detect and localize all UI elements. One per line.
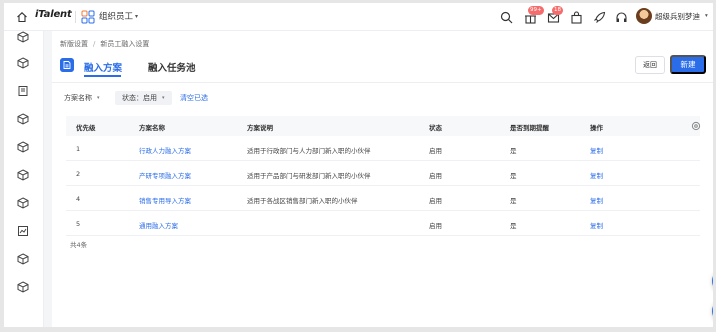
cell-priority: 1 (76, 145, 81, 153)
app-window: iTalent 组织员工 ▾ 99+ 18 超级兵别梦迪 ▾ 新版设置 / 新员… (4, 3, 713, 327)
chevron-down-icon: ▾ (162, 95, 165, 101)
plan-name-link[interactable]: 销售专用导入方案 (139, 195, 191, 205)
table-row: 4 销售专用导入方案 适用于各战区销售部门新入职的小伙伴 启用 是 复制 (66, 186, 700, 211)
breadcrumb-current: 新员工融入设置 (100, 40, 150, 48)
table-row: 2 产研专项融入方案 适用于产品部门与研发部门新入职的小伙伴 启用 是 复制 (66, 161, 700, 186)
breadcrumb: 新版设置 / 新员工融入设置 (60, 39, 149, 49)
document-icon (60, 58, 74, 72)
filter-label: 状态：启用 (122, 94, 157, 102)
home-icon[interactable] (16, 11, 28, 23)
table-row: 1 行政人力融入方案 适用于行政部门与人力部门新入职的小伙伴 启用 是 复制 (66, 136, 700, 161)
cell-status: 启用 (429, 197, 442, 205)
filter-status[interactable]: 状态：启用 ▾ (115, 91, 172, 105)
cube-icon[interactable] (17, 113, 29, 125)
cell-remind: 是 (510, 147, 517, 155)
chevron-down-icon[interactable]: ▾ (705, 13, 708, 19)
new-button[interactable]: 新建 (670, 55, 706, 74)
tab-onboarding-plan[interactable]: 融入方案 (84, 60, 122, 74)
mail-badge: 18 (552, 6, 563, 15)
notification-badge: 99+ (528, 6, 544, 15)
avatar[interactable] (636, 8, 652, 24)
cell-remind: 是 (510, 197, 517, 205)
cell-priority: 4 (76, 195, 81, 203)
divider (52, 82, 713, 83)
plan-name-link[interactable]: 行政人力融入方案 (139, 145, 191, 155)
tab-task-pool[interactable]: 融入任务池 (148, 60, 196, 74)
cell-priority: 5 (76, 220, 81, 228)
send-button[interactable] (712, 299, 713, 323)
gear-icon[interactable] (691, 121, 701, 131)
copy-button[interactable]: 复制 (590, 170, 603, 180)
table-row: 5 通用融入方案 启用 是 复制 (66, 211, 700, 236)
column-header: 状态 (429, 124, 442, 132)
filter-plan-name[interactable]: 方案名称 ▾ (64, 91, 100, 105)
copy-button[interactable]: 复制 (590, 220, 603, 230)
cell-remind: 是 (510, 222, 517, 230)
chevron-down-icon[interactable]: ▾ (135, 13, 138, 20)
headset-icon[interactable] (615, 11, 628, 24)
divider (75, 11, 76, 23)
cube-icon[interactable] (17, 253, 29, 265)
breadcrumb-separator: / (93, 40, 96, 48)
book-icon[interactable] (17, 85, 29, 97)
cube-icon[interactable] (17, 57, 29, 69)
column-header: 方案名称 (139, 124, 165, 132)
copy-button[interactable]: 复制 (590, 145, 603, 155)
chevron-down-icon: ▾ (97, 95, 100, 101)
total-count: 共4条 (70, 241, 88, 249)
clear-filters-link[interactable]: 清空已选 (180, 91, 208, 105)
breadcrumb-item[interactable]: 新版设置 (60, 40, 88, 48)
table-header: 优先级 方案名称 方案说明 状态 是否到期提醒 操作 (66, 116, 701, 136)
column-header: 优先级 (76, 124, 96, 132)
cell-description: 适用于行政部门与人力部门新入职的小伙伴 (247, 147, 371, 155)
cell-remind: 是 (510, 172, 517, 180)
cell-status: 启用 (429, 147, 442, 155)
plan-name-link[interactable]: 产研专项融入方案 (139, 170, 191, 180)
column-header: 是否到期提醒 (510, 124, 549, 132)
plan-name-link[interactable]: 通用融入方案 (139, 220, 178, 230)
bag-icon[interactable] (570, 11, 583, 24)
back-button[interactable]: 返回 (635, 56, 665, 74)
copy-button[interactable]: 复制 (590, 195, 603, 205)
app-switcher-label[interactable]: 组织员工 (99, 10, 133, 22)
search-icon[interactable] (500, 11, 513, 24)
brand-logo[interactable]: iTalent (35, 9, 72, 20)
cell-status: 启用 (429, 222, 442, 230)
chart-icon[interactable] (17, 225, 29, 237)
cell-priority: 2 (76, 170, 81, 178)
rocket-icon[interactable] (593, 11, 606, 24)
active-tab-indicator (84, 75, 121, 77)
cube-icon[interactable] (17, 169, 29, 181)
cube-icon[interactable] (17, 281, 29, 293)
user-name[interactable]: 超级兵别梦迪 (655, 11, 700, 22)
column-header: 方案说明 (247, 124, 273, 132)
top-bar: iTalent 组织员工 ▾ 99+ 18 超级兵别梦迪 ▾ (4, 3, 713, 31)
filter-label: 方案名称 (64, 94, 92, 102)
help-button[interactable] (712, 269, 713, 293)
cube-icon[interactable] (17, 141, 29, 153)
cell-description: 适用于各战区销售部门新入职的小伙伴 (247, 197, 358, 205)
main-content: 新版设置 / 新员工融入设置 融入方案 融入任务池 返回 新建 方案名称 ▾ 状态：启… (52, 31, 713, 327)
cell-description: 适用于产品部门与研发部门新入职的小伙伴 (247, 172, 371, 180)
cell-status: 启用 (429, 172, 442, 180)
apps-grid-icon[interactable] (81, 10, 95, 24)
cube-icon[interactable] (17, 31, 29, 43)
column-header: 操作 (590, 124, 603, 132)
cube-icon[interactable] (17, 197, 29, 209)
sidebar (4, 31, 44, 327)
